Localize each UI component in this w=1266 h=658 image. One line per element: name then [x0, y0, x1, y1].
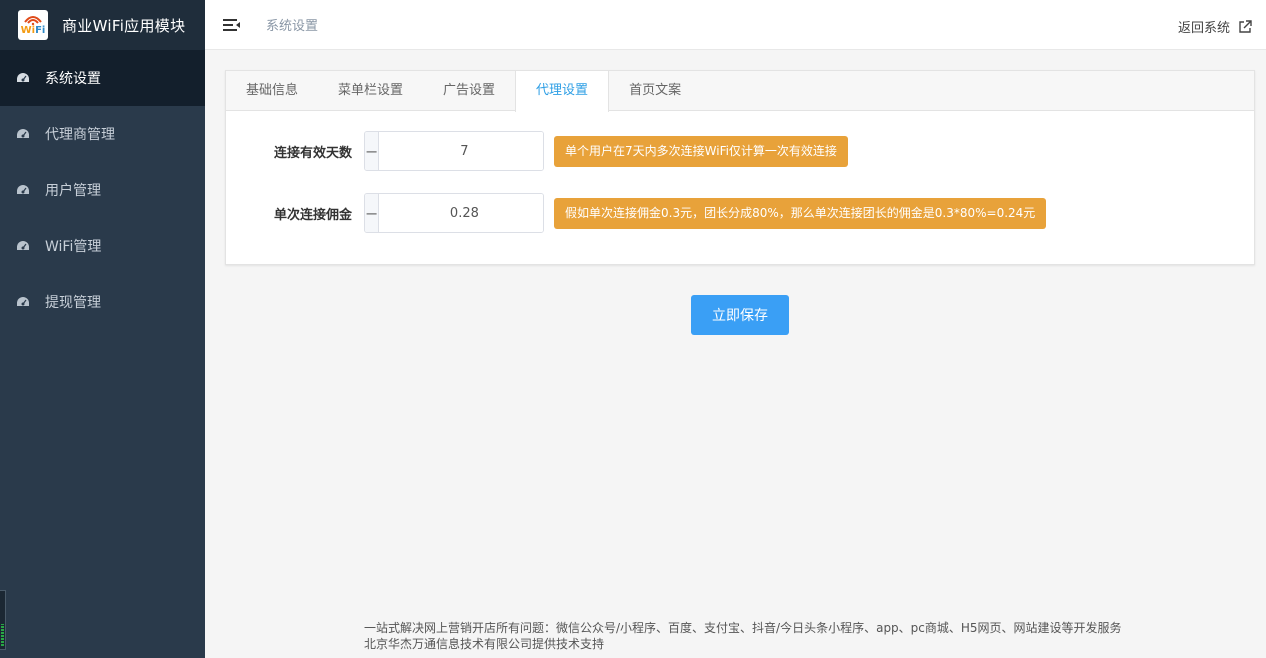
dashboard-icon	[16, 296, 30, 308]
commission-hint: 假如单次连接佣金0.3元，团长分成80%，那么单次连接团长的佣金是0.3*80%…	[554, 197, 1047, 229]
sidebar-item-agent-management[interactable]: 代理商管理	[0, 106, 205, 162]
tab-menu-settings[interactable]: 菜单栏设置	[318, 71, 423, 111]
valid-days-hint: 单个用户在7天内多次连接WiFi仅计算一次有效连接	[554, 135, 848, 167]
sidebar-item-label: 用户管理	[45, 183, 101, 199]
external-link-icon	[1239, 19, 1252, 33]
valid-days-input[interactable]	[379, 132, 543, 170]
dashboard-icon	[16, 240, 30, 252]
top-header: 系统设置 返回系统	[205, 0, 1266, 50]
commission-input[interactable]	[379, 194, 543, 232]
sidebar-nav: 系统设置 代理商管理 用户管理 WiFi管理 提现管理	[0, 50, 205, 330]
menu-toggle-icon[interactable]	[223, 18, 241, 32]
app-title: 商业WiFi应用模块	[62, 16, 186, 35]
dashboard-icon	[16, 72, 30, 84]
sidebar-item-label: 系统设置	[45, 71, 101, 87]
sidebar-item-label: 代理商管理	[45, 127, 115, 143]
wifi-logo-icon: WiFi	[18, 10, 48, 40]
dashboard-icon	[16, 184, 30, 196]
commission-stepper: − +	[364, 193, 544, 233]
decrement-button[interactable]: −	[365, 194, 380, 232]
valid-days-label: 连接有效天数	[273, 145, 352, 161]
tab-ad-settings[interactable]: 广告设置	[423, 71, 515, 111]
sidebar-item-withdrawal-management[interactable]: 提现管理	[0, 274, 205, 330]
form-row-valid-days: 连接有效天数 − + 单个用户在7天内多次连接WiFi仅计算一次有效连接	[226, 131, 848, 171]
save-button[interactable]: 立即保存	[691, 295, 789, 335]
valid-days-stepper: − +	[364, 131, 544, 171]
brand: WiFi 商业WiFi应用模块	[0, 0, 205, 50]
return-system-link[interactable]: 返回系统	[1178, 17, 1252, 36]
sidebar: WiFi 商业WiFi应用模块 系统设置 代理商管理 用户管理 WiFi管理 提…	[0, 0, 205, 658]
dashboard-icon	[16, 128, 30, 140]
breadcrumb: 系统设置	[266, 19, 319, 34]
decrement-button[interactable]: −	[365, 132, 380, 170]
sidebar-item-user-management[interactable]: 用户管理	[0, 162, 205, 218]
tab-agent-settings[interactable]: 代理设置	[515, 71, 610, 112]
commission-label: 单次连接佣金	[273, 207, 352, 223]
sidebar-item-wifi-management[interactable]: WiFi管理	[0, 218, 205, 274]
return-label: 返回系统	[1177, 21, 1230, 36]
sidebar-item-label: WiFi管理	[45, 239, 102, 255]
sidebar-item-system-settings[interactable]: 系统设置	[0, 50, 205, 106]
footer-services-text: 一站式解决网上营销开店所有问题：微信公众号/小程序、百度、支付宝、抖音/今日头条…	[364, 621, 1122, 635]
settings-tabs: 基础信息 菜单栏设置 广告设置 代理设置 首页文案	[226, 71, 1254, 112]
tab-homepage-copy[interactable]: 首页文案	[609, 71, 701, 111]
status-indicator	[0, 590, 6, 650]
footer: 一站式解决网上营销开店所有问题：微信公众号/小程序、百度、支付宝、抖音/今日头条…	[364, 620, 1122, 652]
tab-basic-info[interactable]: 基础信息	[226, 71, 318, 111]
settings-panel: 基础信息 菜单栏设置 广告设置 代理设置 首页文案 连接有效天数 − + 单个用…	[225, 70, 1255, 265]
footer-company-text: 北京华杰万通信息技术有限公司提供技术支持	[364, 637, 605, 651]
sidebar-item-label: 提现管理	[45, 295, 101, 311]
form-row-commission: 单次连接佣金 − + 假如单次连接佣金0.3元，团长分成80%，那么单次连接团长…	[226, 193, 1047, 233]
